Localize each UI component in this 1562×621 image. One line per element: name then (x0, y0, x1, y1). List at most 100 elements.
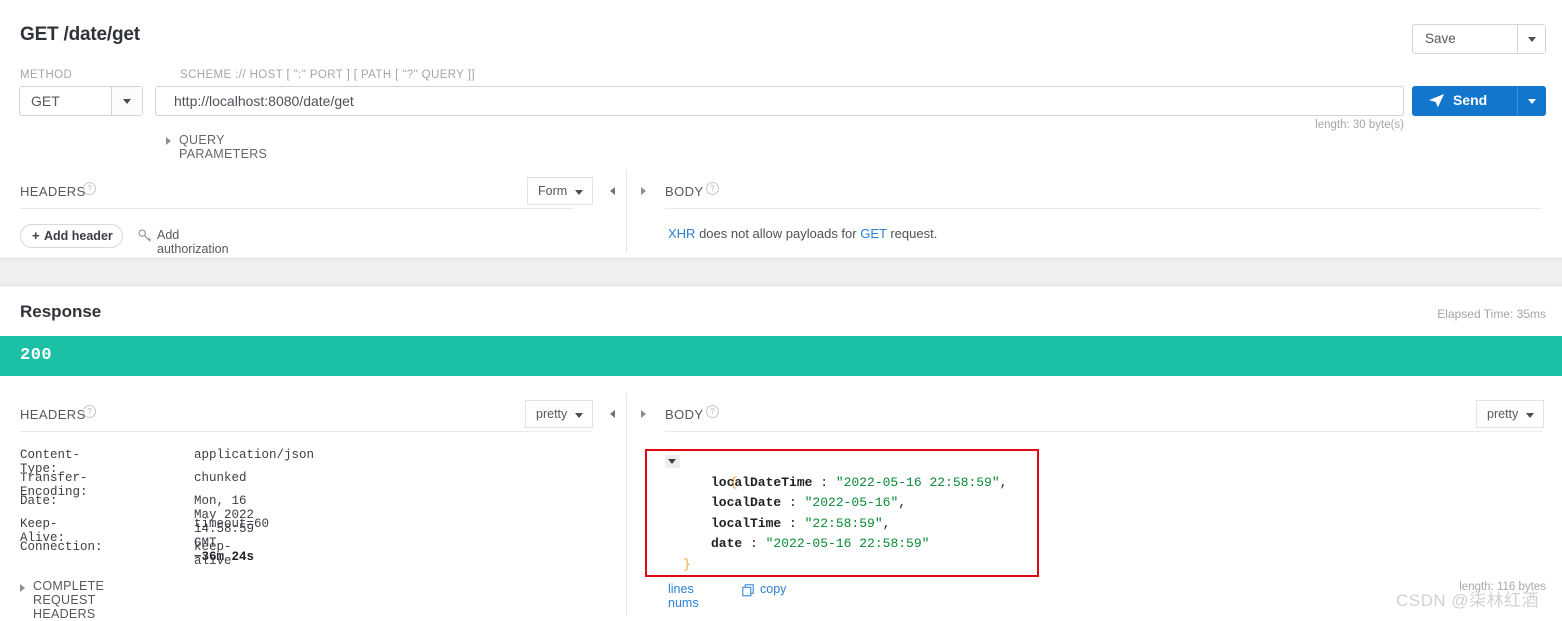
divider (665, 431, 1542, 432)
json-key: localDate (711, 495, 782, 510)
method-select[interactable]: GET (19, 86, 143, 116)
query-parameters-label: QUERY PARAMETERS (179, 133, 268, 161)
header-value-text: application/json (194, 448, 315, 462)
json-key: localDateTime (711, 474, 813, 490)
note-middle: does not allow payloads for (695, 226, 861, 241)
divider (20, 431, 592, 432)
json-comma: , (882, 515, 891, 531)
response-body-json: { localDateTime : "2022-05-16 22:58:59",… (665, 452, 1007, 576)
json-colon: : (812, 474, 836, 490)
header-value-text: chunked (194, 471, 247, 485)
request-pane: GET /date/get METHOD SCHEME :// HOST [ "… (0, 0, 1562, 258)
json-value: "2022-05-16" (804, 495, 899, 510)
response-body-title: BODY (665, 407, 704, 422)
save-dropdown-toggle[interactable] (1517, 25, 1545, 53)
response-panes-divider (626, 393, 627, 616)
json-comma: , (999, 474, 1008, 490)
json-key: date (711, 536, 743, 551)
response-body-format-select[interactable]: pretty (1476, 400, 1544, 428)
request-headers-format-select[interactable]: Form (527, 177, 593, 205)
header-value: application/json (194, 448, 314, 462)
request-body-note: XHR does not allow payloads for GET requ… (668, 226, 937, 241)
request-headers-title: HEADERS (20, 184, 86, 199)
json-line-close: } (683, 555, 1007, 576)
header-value: timeout=60 (194, 517, 269, 531)
header-key: Connection: (20, 540, 103, 554)
response-headers-format-select[interactable]: pretty (525, 400, 593, 428)
url-length-label: length: 30 byte(s) (1315, 119, 1404, 131)
method-select-caret-box[interactable] (111, 87, 142, 115)
json-value: "2022-05-16 22:58:59" (765, 536, 930, 551)
plus-icon: + (32, 228, 40, 243)
save-button[interactable]: Save (1412, 24, 1546, 54)
json-value: "2022-05-16 22:58:59" (835, 474, 1000, 490)
add-authorization-label: Add authorization (157, 228, 229, 256)
note-suffix: request. (886, 226, 938, 241)
status-bar: 200 (0, 336, 1562, 376)
method-label: METHOD (20, 69, 73, 81)
xhr-link[interactable]: XHR (668, 226, 695, 241)
json-colon: : (742, 536, 766, 551)
watermark: CSDN @柒林红酒 (1396, 591, 1540, 610)
chevron-down-icon (1528, 37, 1536, 42)
collapse-left-icon[interactable] (610, 187, 615, 195)
help-icon[interactable]: ? (83, 405, 96, 418)
url-input-value: http://localhost:8080/date/get (174, 93, 354, 109)
header-value: chunked (194, 471, 247, 485)
collapse-right-icon[interactable] (641, 187, 646, 195)
url-format-label: SCHEME :// HOST [ ":" PORT ] [ PATH [ "?… (180, 69, 475, 81)
url-input[interactable]: http://localhost:8080/date/get (155, 86, 1404, 116)
json-comma: , (898, 495, 907, 510)
collapse-left-icon[interactable] (610, 410, 615, 418)
json-close-brace: } (683, 556, 691, 572)
json-line: date : "2022-05-16 22:58:59" (683, 534, 1007, 555)
status-code: 200 (20, 346, 53, 365)
json-colon: : (781, 495, 805, 510)
json-line: localDateTime : "2022-05-16 22:58:59", (683, 473, 1007, 494)
elapsed-time-label: Elapsed Time: 35ms (1437, 307, 1546, 321)
request-title: GET /date/get (20, 24, 140, 45)
divider (665, 208, 1542, 209)
paper-plane-icon (1429, 94, 1444, 108)
help-icon[interactable]: ? (706, 182, 719, 195)
header-value-text: keep-alive (194, 540, 232, 568)
send-dropdown-toggle[interactable] (1517, 86, 1546, 116)
response-headers-title: HEADERS (20, 407, 86, 422)
get-link[interactable]: GET (860, 226, 887, 241)
chevron-down-icon (575, 413, 583, 418)
request-headers-format-value: Form (538, 184, 568, 198)
method-select-value: GET (31, 93, 60, 109)
response-headers-format-value: pretty (536, 407, 568, 421)
copy-link[interactable]: copy (760, 582, 786, 596)
divider (20, 208, 573, 209)
add-header-button[interactable]: + Add header (20, 224, 123, 248)
pane-separator (0, 258, 1562, 286)
copy-icon[interactable] (742, 584, 755, 597)
save-button-label: Save (1425, 31, 1456, 46)
response-title: Response (20, 302, 102, 321)
chevron-down-icon (1528, 99, 1536, 104)
chevron-down-icon (123, 99, 131, 104)
header-value-text: timeout=60 (194, 517, 270, 531)
response-body-format-value: pretty (1487, 407, 1519, 421)
header-key: Date: (20, 494, 58, 508)
help-icon[interactable]: ? (83, 182, 96, 195)
json-collapse-toggle[interactable] (665, 455, 680, 468)
send-button-label: Send (1453, 92, 1488, 108)
triangle-right-icon (166, 137, 171, 145)
collapse-right-icon[interactable] (641, 410, 646, 418)
complete-request-headers-label: COMPLETE REQUEST HEADERS (33, 579, 105, 621)
json-key: localTime (711, 515, 782, 531)
request-body-title: BODY (665, 184, 704, 199)
key-icon (138, 229, 151, 242)
send-button[interactable]: Send (1412, 86, 1546, 116)
request-panes-divider (626, 170, 627, 252)
json-line: localDate : "2022-05-16", (683, 493, 1007, 514)
lines-nums-link[interactable]: lines nums (668, 582, 699, 610)
triangle-right-icon (20, 584, 25, 592)
json-line-open: { (665, 452, 1007, 490)
help-icon[interactable]: ? (706, 405, 719, 418)
json-value: "22:58:59" (804, 515, 883, 531)
header-value: keep-alive (194, 540, 232, 568)
add-header-label: Add header (44, 229, 113, 243)
